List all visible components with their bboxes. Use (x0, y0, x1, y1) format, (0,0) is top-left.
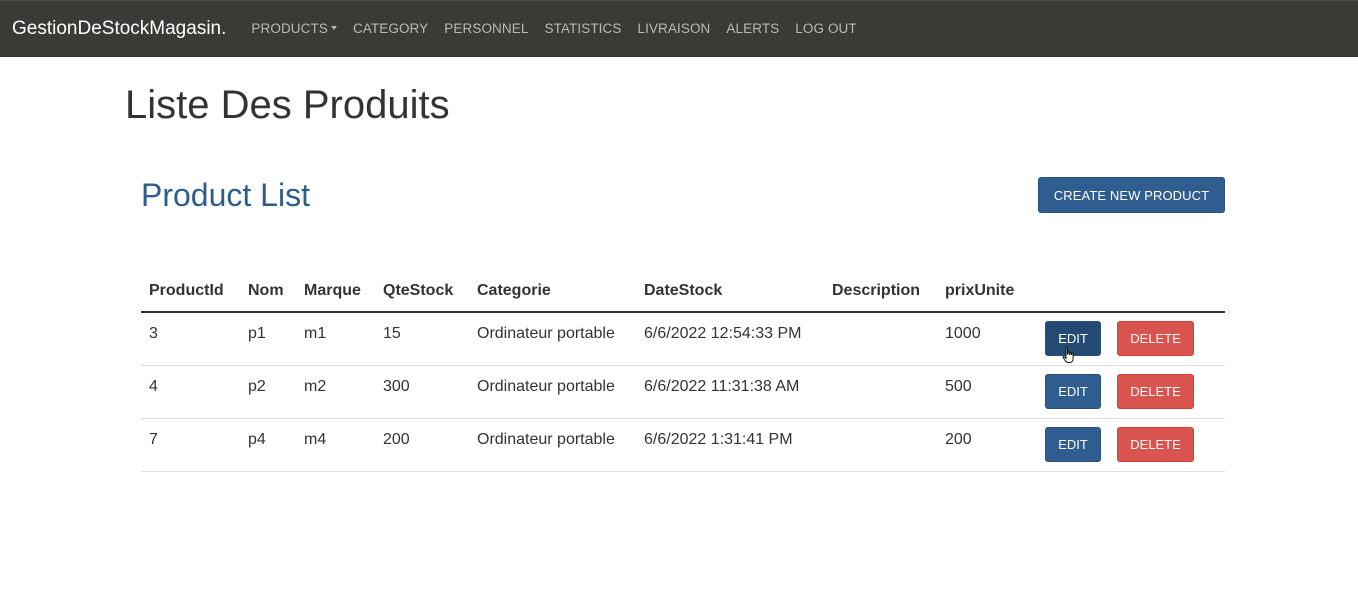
header-actions (1037, 271, 1225, 313)
nav-products-dropdown[interactable]: PRODUCTS (243, 21, 345, 36)
nav-statistics[interactable]: STATISTICS (536, 21, 629, 36)
nav-menu: PRODUCTS CATEGORY PERSONNEL STATISTICS L… (243, 21, 864, 36)
table-row: 4 p2 m2 300 Ordinateur portable 6/6/2022… (141, 365, 1225, 419)
delete-button[interactable]: DELETE (1117, 426, 1194, 462)
cell-qte-stock: 200 (375, 418, 469, 472)
cell-prix-unite: 500 (937, 365, 1037, 419)
header-product-id: ProductId (141, 271, 240, 313)
section-title: Product List (141, 177, 310, 213)
nav-livraison[interactable]: LIVRAISON (629, 21, 718, 36)
delete-button[interactable]: DELETE (1117, 321, 1194, 356)
create-new-product-button[interactable]: CREATE NEW PRODUCT (1038, 177, 1225, 213)
nav-alerts[interactable]: ALERTS (718, 21, 787, 36)
cell-actions: EDIT DELETE (1037, 312, 1225, 366)
table-header-row: ProductId Nom Marque QteStock Categorie … (141, 271, 1225, 313)
header-prix-unite: prixUnite (937, 271, 1037, 313)
header-nom: Nom (240, 271, 296, 313)
cell-product-id: 7 (141, 418, 240, 472)
edit-button[interactable]: EDIT (1045, 373, 1101, 409)
cell-actions: EDIT DELETE (1037, 365, 1225, 419)
cell-nom: p2 (240, 365, 296, 419)
header-date-stock: DateStock (636, 271, 824, 313)
cell-nom: p1 (240, 312, 296, 366)
delete-button[interactable]: DELETE (1117, 373, 1194, 409)
cell-description (824, 312, 937, 366)
nav-personnel[interactable]: PERSONNEL (436, 21, 536, 36)
caret-down-icon (330, 25, 337, 30)
edit-button[interactable]: EDIT (1045, 426, 1101, 462)
cell-product-id: 3 (141, 312, 240, 366)
cell-description (824, 418, 937, 472)
nav-products-label: PRODUCTS (251, 21, 328, 36)
header-categorie: Categorie (469, 271, 636, 313)
cell-qte-stock: 15 (375, 312, 469, 366)
header-qte-stock: QteStock (375, 271, 469, 313)
header-marque: Marque (296, 271, 375, 313)
nav-logout[interactable]: LOG OUT (787, 21, 864, 36)
table-row: 3 p1 m1 15 Ordinateur portable 6/6/2022 … (141, 312, 1225, 366)
header-description: Description (824, 271, 937, 313)
cell-description (824, 365, 937, 419)
cell-marque: m1 (296, 312, 375, 366)
brand-link[interactable]: GestionDeStockMagasin. (12, 18, 226, 40)
cell-actions: EDIT DELETE (1037, 418, 1225, 472)
cell-date-stock: 6/6/2022 11:31:38 AM (636, 365, 824, 419)
cell-date-stock: 6/6/2022 1:31:41 PM (636, 418, 824, 472)
cell-categorie: Ordinateur portable (469, 365, 636, 419)
cell-marque: m2 (296, 365, 375, 419)
cell-qte-stock: 300 (375, 365, 469, 419)
navbar: GestionDeStockMagasin. PRODUCTS CATEGORY… (0, 0, 1358, 57)
cell-marque: m4 (296, 418, 375, 472)
nav-category[interactable]: CATEGORY (345, 21, 436, 36)
cell-nom: p4 (240, 418, 296, 472)
table-row: 7 p4 m4 200 Ordinateur portable 6/6/2022… (141, 418, 1225, 472)
page-title: Liste Des Produits (125, 83, 450, 127)
cell-categorie: Ordinateur portable (469, 312, 636, 366)
cell-prix-unite: 1000 (937, 312, 1037, 366)
cell-date-stock: 6/6/2022 12:54:33 PM (636, 312, 824, 366)
cell-prix-unite: 200 (937, 418, 1037, 472)
cell-categorie: Ordinateur portable (469, 418, 636, 472)
cell-product-id: 4 (141, 365, 240, 419)
product-table: ProductId Nom Marque QteStock Categorie … (141, 271, 1225, 472)
edit-button[interactable]: EDIT (1045, 321, 1101, 356)
